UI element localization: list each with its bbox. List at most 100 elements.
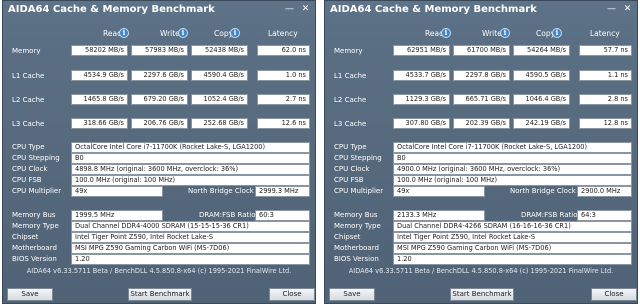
cpu-fsb-value: 100.0 MHz (original: 100 MHz) — [393, 175, 632, 186]
bios-label: BIOS Version — [334, 255, 379, 263]
close-button[interactable]: Close — [591, 288, 637, 301]
header-latency: Latency — [268, 29, 298, 38]
memory-bus-value: 2133.3 MHz — [393, 210, 485, 221]
benchmark-window-right: AIDA64 Cache & Memory Benchmark — ✕ Read… — [324, 0, 638, 304]
memory-copy-value: 52438 MB/s — [191, 45, 248, 56]
memory-latency-value: 57.7 ns — [579, 45, 632, 56]
header-write: Write — [482, 29, 502, 38]
l3-read-value: 318.66 GB/s — [71, 118, 128, 129]
l3-read-value: 307.80 GB/s — [393, 118, 450, 129]
row-label-memory: Memory — [12, 47, 41, 55]
cpu-clock-value: 4898.8 MHz (original: 3600 MHz, overcloc… — [71, 164, 310, 175]
minimize-icon[interactable]: — — [605, 3, 618, 15]
cpu-stepping-label: CPU Stepping — [334, 154, 382, 162]
info-icon[interactable]: i — [230, 28, 240, 38]
info-icon[interactable]: i — [441, 28, 451, 38]
l3-latency-value: 12.8 ns — [579, 118, 632, 129]
info-icon[interactable]: i — [178, 28, 188, 38]
cpu-multiplier-label: CPU Multiplier — [12, 187, 62, 195]
info-icon[interactable]: i — [119, 28, 129, 38]
cpu-stepping-value: B0 — [71, 153, 310, 164]
north-bridge-label: North Bridge Clock — [188, 187, 254, 195]
close-icon[interactable]: ✕ — [299, 3, 312, 15]
cpu-multiplier-value: 49x — [71, 186, 163, 197]
memory-read-value: 62951 MB/s — [393, 45, 450, 56]
l3-copy-value: 252.68 GB/s — [191, 118, 248, 129]
memory-type-label: Memory Type — [334, 222, 381, 230]
memory-type-label: Memory Type — [12, 222, 59, 230]
chipset-value: Intel Tiger Point Z590, Intel Rocket Lak… — [393, 232, 632, 243]
memory-bus-value: 1999.5 MHz — [71, 210, 163, 221]
row-label-l2: L2 Cache — [334, 96, 367, 104]
bios-value: 1.20 — [393, 254, 632, 265]
bios-label: BIOS Version — [12, 255, 57, 263]
close-button-label: Close — [604, 290, 624, 298]
l2-read-value: 1465.8 GB/s — [71, 94, 128, 105]
north-bridge-value: 2900.0 MHz — [577, 186, 632, 197]
start-benchmark-button[interactable]: Start Benchmark — [450, 288, 514, 301]
row-label-l3: L3 Cache — [334, 120, 367, 128]
memory-bus-label: Memory Bus — [334, 211, 378, 219]
dram-ratio-label: DRAM:FSB Ratio — [199, 211, 256, 219]
memory-write-value: 61700 MB/s — [453, 45, 510, 56]
dram-ratio-value: 64:3 — [577, 210, 632, 221]
benchmark-window-left: AIDA64 Cache & Memory Benchmark — ✕ Read… — [2, 0, 316, 304]
row-label-l3: L3 Cache — [12, 120, 45, 128]
l3-copy-value: 242.19 GB/s — [513, 118, 570, 129]
info-icon[interactable]: i — [552, 28, 562, 38]
bios-value: 1.20 — [71, 254, 310, 265]
info-icon[interactable]: i — [500, 28, 510, 38]
l2-write-value: 679.20 GB/s — [131, 94, 188, 105]
l2-write-value: 665.71 GB/s — [453, 94, 510, 105]
cpu-stepping-value: B0 — [393, 153, 632, 164]
row-label-l2: L2 Cache — [12, 96, 45, 104]
motherboard-label: Motherboard — [334, 244, 379, 252]
l2-latency-value: 2.8 ns — [579, 94, 632, 105]
cpu-multiplier-value: 49x — [393, 186, 485, 197]
cpu-clock-value: 4900.0 MHz (original: 3600 MHz, overcloc… — [393, 164, 632, 175]
save-button-label: Save — [343, 290, 361, 298]
cpu-fsb-label: CPU FSB — [12, 176, 42, 184]
memory-type-value: Dual Channel DDR4-4266 SDRAM (16-16-16-3… — [393, 221, 632, 232]
header-write: Write — [160, 29, 180, 38]
l1-copy-value: 4590.5 GB/s — [513, 70, 570, 81]
l2-copy-value: 1052.4 GB/s — [191, 94, 248, 105]
l1-write-value: 2297.6 GB/s — [131, 70, 188, 81]
l3-write-value: 202.39 GB/s — [453, 118, 510, 129]
motherboard-value: MSI MPG Z590 Gaming Carbon WiFi (MS-7D06… — [71, 243, 310, 254]
cpu-fsb-value: 100.0 MHz (original: 100 MHz) — [71, 175, 310, 186]
memory-bus-label: Memory Bus — [12, 211, 56, 219]
cpu-clock-label: CPU Clock — [334, 165, 370, 173]
row-label-l1: L1 Cache — [12, 72, 45, 80]
dram-ratio-value: 60:3 — [255, 210, 310, 221]
close-icon[interactable]: ✕ — [621, 3, 634, 15]
memory-latency-value: 62.0 ns — [257, 45, 310, 56]
copyright-footer: AIDA64 v6.33.5711 Beta / BenchDLL 4.5.85… — [348, 267, 614, 275]
memory-type-value: Dual Channel DDR4-4000 SDRAM (15-15-15-3… — [71, 221, 310, 232]
l1-read-value: 4534.9 GB/s — [71, 70, 128, 81]
cpu-clock-label: CPU Clock — [12, 165, 48, 173]
window-title: AIDA64 Cache & Memory Benchmark — [8, 4, 215, 15]
minimize-icon[interactable]: — — [283, 3, 296, 15]
row-label-l1: L1 Cache — [334, 72, 367, 80]
memory-read-value: 58202 MB/s — [71, 45, 128, 56]
window-title: AIDA64 Cache & Memory Benchmark — [330, 4, 537, 15]
save-button[interactable]: Save — [7, 288, 53, 301]
start-benchmark-button[interactable]: Start Benchmark — [128, 288, 192, 301]
title-bar[interactable]: AIDA64 Cache & Memory Benchmark — ✕ — [3, 1, 315, 19]
close-button-label: Close — [282, 290, 302, 298]
header-latency: Latency — [590, 29, 620, 38]
north-bridge-value: 2999.3 MHz — [255, 186, 310, 197]
l3-write-value: 206.76 GB/s — [131, 118, 188, 129]
l1-read-value: 4533.7 GB/s — [393, 70, 450, 81]
cpu-stepping-label: CPU Stepping — [12, 154, 60, 162]
cpu-fsb-label: CPU FSB — [334, 176, 364, 184]
close-button[interactable]: Close — [269, 288, 315, 301]
memory-copy-value: 54264 MB/s — [513, 45, 570, 56]
motherboard-label: Motherboard — [12, 244, 57, 252]
title-bar[interactable]: AIDA64 Cache & Memory Benchmark — ✕ — [325, 1, 637, 19]
dram-ratio-label: DRAM:FSB Ratio — [521, 211, 578, 219]
north-bridge-label: North Bridge Clock — [510, 187, 576, 195]
chipset-value: Intel Tiger Point Z590, Intel Rocket Lak… — [71, 232, 310, 243]
save-button[interactable]: Save — [329, 288, 375, 301]
